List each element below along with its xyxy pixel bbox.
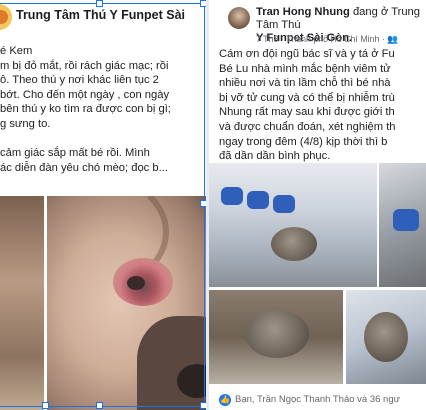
left-post-line: g sưng to. (0, 117, 51, 130)
left-post-line: é Kem (0, 45, 33, 57)
left-post-line: ác diễn đàn yêu chó mèo; đọc b... (0, 161, 168, 174)
blue-chair-image (221, 187, 243, 205)
selection-handle-top-middle[interactable] (96, 0, 103, 7)
left-post: Trung Tâm Thú Y Funpet Sài é Kem m bị đỏ… (0, 0, 206, 410)
right-post-line: Cám ơn đội ngũ bác sĩ và y tá ở Fu (219, 48, 395, 60)
right-post-line: Bé Lu nhà mình mắc bệnh viêm tử (219, 62, 391, 75)
like-icon: 👍 (219, 394, 231, 406)
selection-handle-bottom-left[interactable] (42, 402, 49, 409)
right-post-author[interactable]: Tran Hong Nhung (256, 6, 350, 18)
left-post-line (0, 132, 206, 147)
cat-image (245, 310, 309, 358)
left-post-header: Trung Tâm Thú Y Funpet Sài (0, 0, 206, 36)
right-post-line: bị vỡ tử cung và có thể bị nhiễm trù (219, 91, 395, 104)
tran-hong-nhung-avatar[interactable] (228, 7, 250, 29)
left-post-photo-2[interactable] (47, 196, 206, 410)
blue-chair-image (393, 209, 419, 231)
cat-image (364, 312, 408, 362)
blue-chair-image (247, 191, 269, 209)
left-post-line: bên thú y ko tìm ra được con bị gì; (0, 103, 171, 116)
left-post-line: bớt. Cho đến một ngày , con ngày (0, 88, 170, 101)
left-post-line: cảm giác sắp mất bé rồi. Mình (0, 147, 150, 160)
right-post-photo-3[interactable] (209, 290, 343, 384)
right-post-photo-2[interactable] (379, 163, 426, 287)
right-post-photo-1[interactable] (209, 163, 377, 287)
left-post-line: m bị đỏ mắt, rồi rách giác mạc; rồi (0, 59, 169, 72)
right-post-line: và được chuẩn đoán, xét nghiệm th (219, 120, 396, 133)
funpet-avatar[interactable] (0, 4, 12, 30)
reactions-bar[interactable]: 👍 Bạn, Trần Ngọc Thanh Thảo và 36 ngư (209, 392, 426, 410)
left-post-photo-1[interactable] (0, 196, 44, 410)
right-post-line: Nhung rất may sau khi được giới th (219, 106, 395, 119)
right-post-line: ngay trong đêm (4/8) kịp thời thì b (219, 135, 388, 148)
right-post-line: đã dần dần bình phục. (219, 150, 331, 163)
left-post-line: ô. Theo thú y nơi khác liên tục 2 (0, 74, 159, 87)
right-post-photo-4[interactable] (346, 290, 426, 384)
reactions-text: Bạn, Trần Ngọc Thanh Thảo và 36 ngư (235, 394, 400, 405)
right-post: Tran Hong Nhung đang ở Trung Tâm Thú Y F… (209, 0, 426, 410)
right-post-line: nhiều nơi và tin lầm chỗ thì bé nhà (219, 77, 391, 90)
left-post-body: é Kem m bị đỏ mắt, rồi rách giác mạc; rồ… (0, 44, 206, 175)
selection-handle-bottom-middle[interactable] (96, 402, 103, 409)
blue-chair-image (273, 195, 295, 213)
dog-eye-pupil (127, 276, 145, 290)
left-post-author[interactable]: Trung Tâm Thú Y Funpet Sài (16, 8, 185, 22)
right-post-meta: 7 Th8 · Thành phố Hồ Chí Minh · 👥 (256, 34, 399, 44)
funpet-logo-icon (0, 10, 8, 24)
right-post-body: Cám ơn đội ngũ bác sĩ và y tá ở Fu Bé Lu… (219, 47, 426, 164)
cat-image (271, 227, 317, 261)
